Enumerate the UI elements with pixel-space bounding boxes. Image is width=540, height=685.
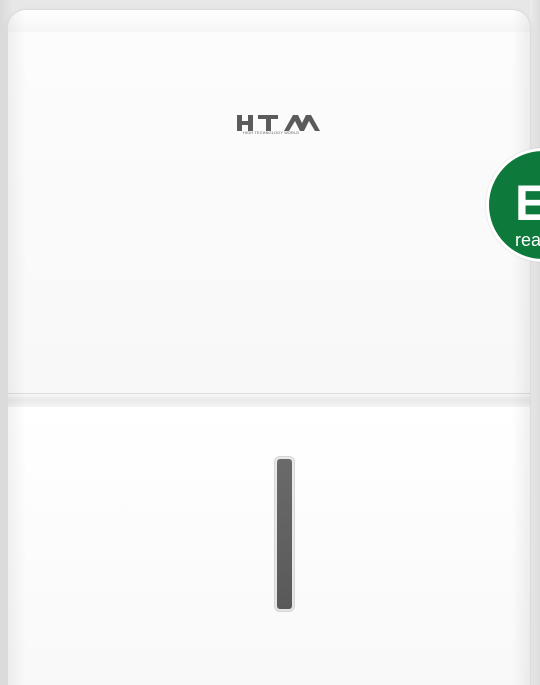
background-right-edge — [530, 0, 540, 685]
energy-badge-text: rea — [515, 230, 540, 250]
brand-logo: HIGH TECHNOLOGY WORLD — [235, 114, 325, 138]
water-tank-panel — [8, 407, 530, 685]
water-level-indicator — [277, 459, 292, 609]
upper-panel — [8, 32, 530, 404]
dehumidifier-body: HIGH TECHNOLOGY WORLD — [8, 10, 530, 685]
brand-subtitle: HIGH TECHNOLOGY WORLD — [243, 131, 300, 135]
water-level-window — [274, 456, 295, 612]
top-cap — [8, 10, 530, 33]
brand-logo-mark — [237, 115, 320, 131]
product-scene: HIGH TECHNOLOGY WORLD E rea — [0, 0, 540, 685]
energy-badge-letter: E — [515, 178, 540, 228]
